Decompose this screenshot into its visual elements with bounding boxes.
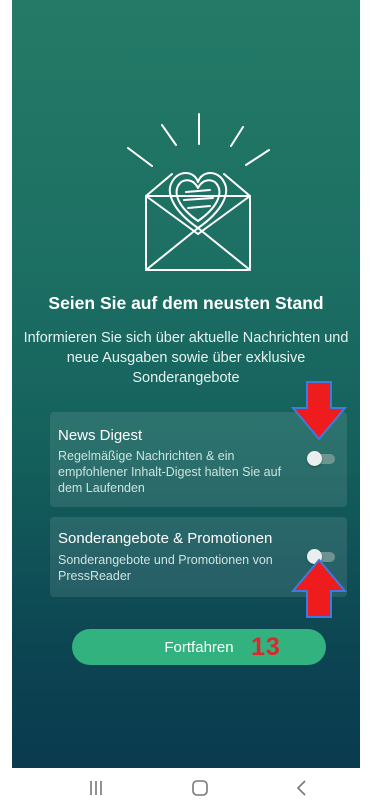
news-digest-toggle[interactable] bbox=[307, 451, 335, 466]
promotions-description: Sonderangebote und Promotionen von Press… bbox=[58, 553, 273, 583]
arrow-up-icon bbox=[290, 558, 348, 618]
recent-apps-icon[interactable] bbox=[86, 776, 106, 800]
envelope-heart-icon bbox=[127, 113, 270, 271]
toggle-knob bbox=[307, 451, 322, 466]
back-icon[interactable] bbox=[292, 776, 312, 800]
step-number-badge: 13 bbox=[251, 633, 281, 661]
news-digest-title: News Digest bbox=[58, 427, 143, 444]
continue-button-label: Fortfahren bbox=[164, 639, 234, 656]
continue-button[interactable]: Fortfahren bbox=[72, 629, 326, 665]
promotions-title: Sonderangebote & Promotionen bbox=[58, 530, 273, 547]
page-title: Seien Sie auf dem neusten Stand bbox=[48, 293, 324, 313]
system-navigation-bar bbox=[0, 768, 372, 808]
arrow-down-icon bbox=[290, 381, 348, 441]
home-icon[interactable] bbox=[188, 776, 212, 800]
news-digest-description: Regelmäßige Nachrichten & ein empfohlene… bbox=[58, 449, 282, 495]
page-subtitle: Informieren Sie sich über aktuelle Nachr… bbox=[23, 330, 349, 386]
